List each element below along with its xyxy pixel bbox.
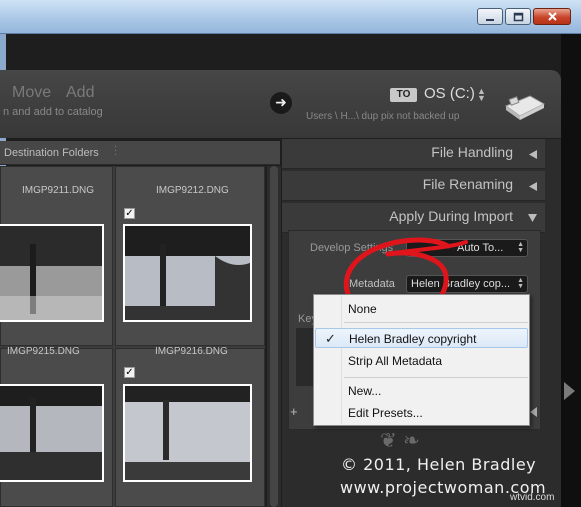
thumbnail-filename: IMGP9212.DNG [156, 185, 229, 196]
close-button[interactable] [533, 8, 571, 25]
updown-chevron-icon[interactable]: ▲ ▼ [477, 87, 486, 103]
minimize-button[interactable] [477, 8, 503, 25]
thumbnail-filename: IMGP9216.DNG [155, 346, 228, 357]
destination-path: Users \ H...\ dup pix not backed up [306, 111, 460, 122]
panel-end-ornament: ❦ ❧ [380, 428, 420, 452]
section-file-renaming[interactable]: File Renaming [282, 171, 545, 201]
triangle-down-icon [528, 214, 537, 222]
to-badge: TO [390, 88, 417, 102]
close-icon [547, 12, 557, 21]
menu-item-label: New... [348, 384, 382, 398]
updown-chevron-icon: ▲ ▼ [517, 277, 524, 290]
destination-drive[interactable]: OS (C:) [424, 85, 475, 102]
section-title: Apply During Import [389, 208, 513, 224]
destination-folders-label: Destination Folders [4, 147, 99, 159]
mode-description: n and add to catalog [3, 106, 103, 118]
section-file-handling[interactable]: File Handling [282, 139, 545, 169]
restore-button[interactable] [505, 8, 531, 25]
triangle-left-icon [529, 150, 537, 159]
photo-thumbnail[interactable] [123, 384, 252, 482]
menu-item-label: Edit Presets... [348, 406, 423, 420]
site-watermark: wtvid.com [510, 492, 555, 503]
menu-item-new[interactable]: New... [315, 381, 528, 401]
hard-drive-icon [504, 95, 546, 120]
grid-scrollbar[interactable] [266, 166, 281, 507]
section-title: File Handling [431, 144, 513, 160]
grip-icon[interactable]: · · · [114, 143, 117, 161]
minimize-icon [486, 18, 494, 21]
plus-icon[interactable]: + [290, 404, 298, 419]
menu-item-label: None [348, 302, 377, 316]
checkmark-icon: ✓ [325, 331, 336, 346]
updown-chevron-icon: ▲ ▼ [517, 241, 524, 254]
menu-item-helen-bradley-copyright[interactable]: ✓ Helen Bradley copyright [315, 328, 528, 348]
scrollbar-thumb[interactable] [270, 166, 278, 507]
menu-item-label: Strip All Metadata [348, 354, 443, 368]
right-panel-toggle-strip[interactable] [561, 34, 581, 507]
menu-item-label: Helen Bradley copyright [349, 332, 477, 346]
menu-item-none[interactable]: None [315, 299, 528, 319]
collapse-right-icon [564, 382, 575, 400]
menu-separator [344, 377, 528, 378]
menu-separator [344, 322, 528, 323]
metadata-preset-menu: None ✓ Helen Bradley copyright Strip All… [313, 294, 530, 426]
photo-thumbnail[interactable] [0, 384, 104, 482]
destination-folders-bar: Destination Folders · · · [0, 141, 280, 165]
section-apply-during-import[interactable]: Apply During Import [282, 203, 545, 233]
thumbnail-filename: IMGP9211.DNG [22, 185, 95, 196]
move-mode-option[interactable]: Move [12, 84, 51, 102]
triangle-left-icon [529, 182, 537, 191]
window-controls [477, 8, 571, 25]
menu-item-strip-all-metadata[interactable]: Strip All Metadata [315, 351, 528, 371]
triangle-left-icon[interactable] [530, 407, 537, 417]
copyright-watermark: © 2011, Helen Bradley [341, 455, 537, 474]
include-checkbox[interactable]: ✓ [124, 208, 135, 219]
add-mode-option[interactable]: Add [66, 84, 94, 102]
photo-thumbnail[interactable] [123, 224, 252, 322]
photo-thumbnail[interactable] [0, 224, 104, 322]
arrow-right-icon[interactable]: ➜ [270, 92, 292, 114]
section-title: File Renaming [422, 176, 513, 192]
restore-icon [513, 12, 523, 21]
thumbnail-filename: IMGP9215.DNG [7, 346, 80, 357]
window-titlebar [0, 0, 581, 34]
menu-item-edit-presets[interactable]: Edit Presets... [315, 403, 528, 423]
include-checkbox[interactable]: ✓ [124, 367, 135, 378]
